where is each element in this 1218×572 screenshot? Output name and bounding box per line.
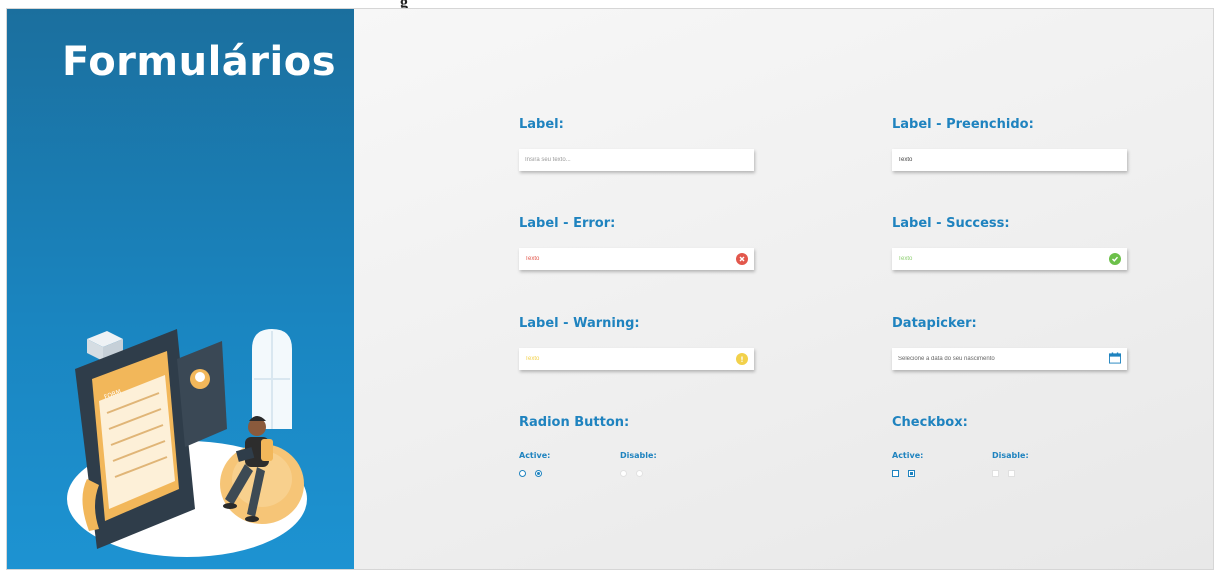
field-error-label: Label - Error: [519,216,616,231]
checkbox-disabled-unchecked [992,470,999,477]
page-title: Formulários [62,39,336,85]
error-circle-icon [736,253,748,265]
checkbox-active-checked[interactable] [908,470,915,477]
warning-circle-icon [736,353,748,365]
success-text-input[interactable]: Texto [892,248,1127,270]
form-illustration-icon: FORM [67,329,307,557]
datepicker-input[interactable]: Selecione a data do seu nascimento [892,348,1127,370]
checkbox-active-label: Active: [892,451,924,460]
field-warning-label: Label - Warning: [519,316,640,331]
field-success: Label - Success: Texto [892,216,1127,270]
error-text-input[interactable]: Texto [519,248,754,270]
field-filled: Label - Preenchido: Texto [892,117,1127,171]
radio-disabled-unchecked [620,470,627,477]
checkbox-disable-label: Disable: [992,451,1029,460]
field-default: Label: Insira seu texto... [519,117,754,171]
check-circle-icon [1109,253,1121,265]
sidebar-panel: Formulários FORM [7,9,354,569]
warning-text-input[interactable]: Texto [519,348,754,370]
checkbox-active-unchecked[interactable] [892,470,899,477]
field-datepicker: Datapicker: Selecione a data do seu nasc… [892,316,1127,370]
radio-disable-label: Disable: [620,451,657,460]
success-input-value: Texto [898,256,913,262]
filled-input-value: Texto [898,157,913,163]
radio-active-checked[interactable] [535,470,542,477]
field-success-label: Label - Success: [892,216,1010,231]
field-datepicker-label: Datapicker: [892,316,977,331]
field-default-label: Label: [519,117,564,132]
field-filled-label: Label - Preenchido: [892,117,1034,132]
calendar-icon[interactable] [1109,352,1121,364]
warning-input-value: Texto [525,356,540,362]
default-text-input[interactable]: Insira seu texto... [519,149,754,171]
checkbox-group-title: Checkbox: [892,415,968,430]
radio-disabled-checked [636,470,643,477]
form-showcase-panel: Label: Insira seu texto... Label - Preen… [354,9,1213,569]
checkbox-disabled-checked [1008,470,1015,477]
filled-text-input[interactable]: Texto [892,149,1127,171]
field-error: Label - Error: Texto [519,216,754,270]
radio-group-title: Radion Button: [519,415,630,430]
radio-active-label: Active: [519,451,551,460]
field-warning: Label - Warning: Texto [519,316,754,370]
radio-active-unchecked[interactable] [519,470,526,477]
datepicker-placeholder: Selecione a data do seu nascimento [898,356,995,362]
default-input-placeholder: Insira seu texto... [525,157,571,163]
page-frame: Formulários FORM Label: Insira seu texto… [6,8,1214,570]
error-input-value: Texto [525,256,540,262]
